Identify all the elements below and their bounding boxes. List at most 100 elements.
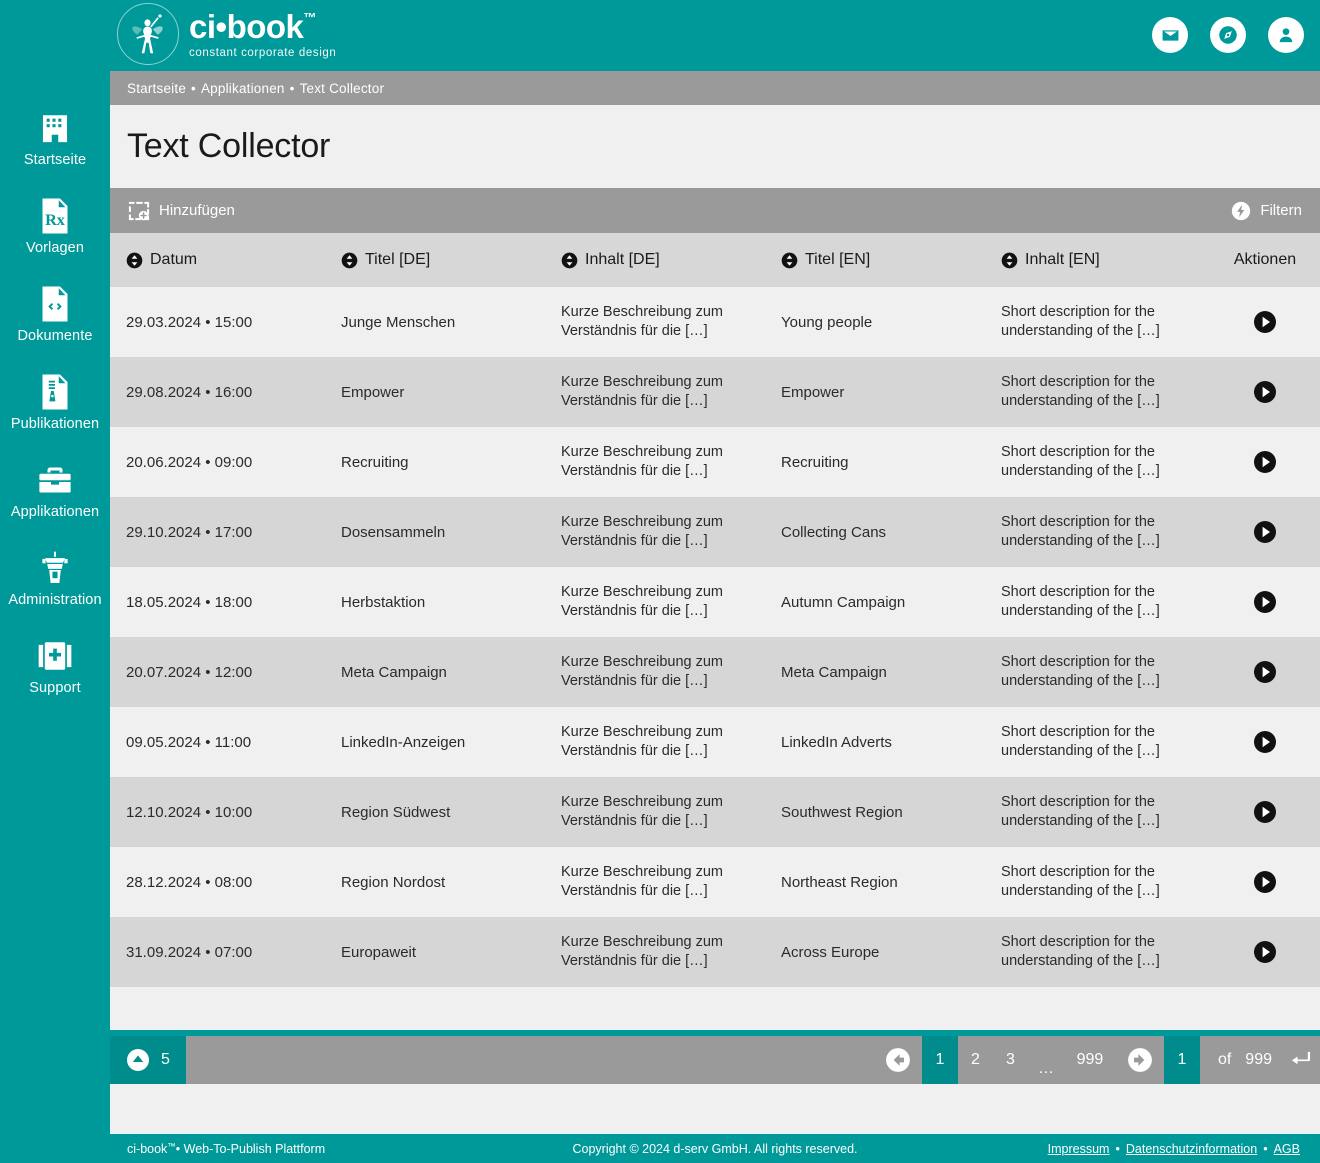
table-row[interactable]: 29.03.2024 • 15:00 Junge Menschen Kurze Be…	[110, 287, 1320, 357]
play-icon[interactable]	[1253, 590, 1277, 614]
lightning-filter-icon	[1231, 201, 1251, 221]
compass-icon[interactable]	[1210, 17, 1246, 53]
cell-titel-de: Europaweit	[341, 943, 417, 961]
mail-icon[interactable]	[1152, 17, 1188, 53]
cell-inhalt-en: Short description for the understanding …	[1001, 304, 1160, 339]
play-icon[interactable]	[1253, 800, 1277, 824]
cell-datum: 31.09.2024 • 07:00	[126, 943, 253, 961]
pagination-spacer	[186, 1036, 874, 1084]
column-header-label: Titel [DE]	[365, 251, 431, 268]
footer-link-separator: •	[1115, 1141, 1120, 1156]
table-row[interactable]: 20.07.2024 • 12:00 Meta Campaign Kurze Bes…	[110, 637, 1320, 707]
cell-aktionen	[1210, 870, 1320, 894]
table-row[interactable]: 09.05.2024 • 11:00 LinkedIn-Anzeigen Kurze…	[110, 707, 1320, 777]
filter-button-label: Filtern	[1260, 202, 1302, 219]
page-button-3[interactable]: 3	[993, 1036, 1028, 1084]
page-size-value: 5	[161, 1051, 170, 1068]
column-header-datum[interactable]: Datum	[110, 251, 325, 269]
sort-icon	[1001, 252, 1018, 268]
add-button-label: Hinzufügen	[159, 202, 235, 219]
cell-titel-en: Recruiting	[781, 453, 849, 471]
cell-inhalt-de: Kurze Beschreibung zum Verständnis für d…	[561, 514, 723, 549]
sidebar-item-publikationen[interactable]: Publikationen	[0, 372, 110, 460]
play-icon[interactable]	[1253, 520, 1277, 544]
column-header-aktionen: Aktionen	[1210, 251, 1320, 269]
column-header-titel-de[interactable]: Titel [DE]	[325, 251, 545, 269]
column-header-label: Aktionen	[1233, 251, 1297, 268]
pagination-ellipsis: …	[1037, 1060, 1054, 1077]
sidebar-item-support[interactable]: Support	[0, 636, 110, 724]
cell-aktionen	[1210, 380, 1320, 404]
table-row[interactable]: 20.06.2024 • 09:00 Recruiting Kurze Beschr…	[110, 427, 1320, 497]
play-icon[interactable]	[1253, 380, 1277, 404]
table-row[interactable]: 28.12.2024 • 08:00 Region Nordost Kurze Be…	[110, 847, 1320, 917]
page-button-last[interactable]: 999	[1064, 1036, 1116, 1084]
sidebar-item-label: Vorlagen	[25, 240, 85, 256]
top-header: ci•book ™ constant corporate design	[110, 0, 1320, 71]
prev-page-button[interactable]	[874, 1036, 922, 1084]
pagination-bottom-gap	[110, 1084, 1320, 1134]
page-size-selector[interactable]: 5	[110, 1036, 186, 1084]
brand-logo[interactable]: ci•book ™ constant corporate design	[117, 3, 336, 65]
sort-icon	[781, 252, 798, 268]
cell-titel-de: Region Südwest	[341, 803, 451, 821]
cell-inhalt-de: Kurze Beschreibung zum Verständnis für d…	[561, 724, 723, 759]
table-row[interactable]: 18.05.2024 • 18:00 Herbstaktion Kurze Besc…	[110, 567, 1320, 637]
page-button-1[interactable]: 1	[921, 1036, 958, 1084]
breadcrumb-item-applikationen[interactable]: Applikationen	[201, 81, 285, 96]
play-icon[interactable]	[1253, 870, 1277, 894]
table-row[interactable]: 29.10.2024 • 17:00 Dosensammeln Kurze Besc…	[110, 497, 1320, 567]
table-body: 29.03.2024 • 15:00 Junge Menschen Kurze Be…	[110, 287, 1320, 987]
footer-link-datenschutz[interactable]: Datenschutzinformation	[1126, 1142, 1257, 1156]
sidebar-item-startseite[interactable]: Startseite	[0, 108, 110, 196]
sort-icon	[126, 252, 143, 268]
table-row[interactable]: 29.08.2024 • 16:00 Empower Kurze Beschreib…	[110, 357, 1320, 427]
template-rx-icon: Rx	[36, 196, 74, 236]
table-toolbar: Hinzufügen Filtern	[110, 188, 1320, 233]
breadcrumb-item-startseite[interactable]: Startseite	[127, 81, 186, 96]
publication-icon	[36, 372, 74, 412]
play-icon[interactable]	[1253, 310, 1277, 334]
play-icon[interactable]	[1253, 730, 1277, 754]
page-total-group: of 999	[1200, 1036, 1286, 1084]
svg-text:Rx: Rx	[45, 211, 66, 229]
play-icon[interactable]	[1253, 940, 1277, 964]
sidebar-item-vorlagen[interactable]: Rx Vorlagen	[0, 196, 110, 284]
go-to-page-button[interactable]	[1286, 1036, 1320, 1084]
page-title: Text Collector	[127, 127, 331, 165]
cell-inhalt-en: Short description for the understanding …	[1001, 514, 1160, 549]
first-aid-icon	[36, 636, 74, 676]
control-tower-icon	[36, 548, 74, 588]
column-header-inhalt-de[interactable]: Inhalt [DE]	[545, 251, 765, 269]
table-row[interactable]: 31.09.2024 • 07:00 Europaweit Kurze Beschr…	[110, 917, 1320, 987]
next-page-button[interactable]	[1116, 1036, 1164, 1084]
column-header-titel-en[interactable]: Titel [EN]	[765, 251, 985, 269]
page-button-2[interactable]: 2	[958, 1036, 993, 1084]
cell-datum: 20.07.2024 • 12:00	[126, 663, 253, 681]
account-icon[interactable]	[1268, 17, 1304, 53]
cell-inhalt-de: Kurze Beschreibung zum Verständnis für d…	[561, 584, 723, 619]
app-root: Startseite Rx Vorlagen Dokumente Publika…	[0, 0, 1320, 1163]
play-icon[interactable]	[1253, 660, 1277, 684]
cell-titel-en: Autumn Campaign	[781, 593, 906, 611]
cell-aktionen	[1210, 800, 1320, 824]
current-page-input[interactable]: 1	[1163, 1036, 1200, 1084]
cell-aktionen	[1210, 310, 1320, 334]
total-pages-value: 999	[1245, 1051, 1272, 1068]
column-header-inhalt-en[interactable]: Inhalt [EN]	[985, 251, 1210, 269]
sidebar-item-label: Applikationen	[10, 504, 100, 520]
cell-inhalt-en: Short description for the understanding …	[1001, 444, 1160, 479]
footer-link-agb[interactable]: AGB	[1274, 1142, 1300, 1156]
column-header-label: Datum	[150, 251, 198, 268]
play-icon[interactable]	[1253, 450, 1277, 474]
breadcrumb: Startseite • Applikationen • Text Collec…	[110, 71, 1320, 105]
sidebar-item-administration[interactable]: Administration	[0, 548, 110, 636]
sidebar-item-dokumente[interactable]: Dokumente	[0, 284, 110, 372]
page-footer: ci-book ™ • Web-To-Publish Plattform Cop…	[110, 1134, 1320, 1163]
footer-link-impressum[interactable]: Impressum	[1048, 1142, 1110, 1156]
sidebar-item-applikationen[interactable]: Applikationen	[0, 460, 110, 548]
add-button[interactable]: Hinzufügen	[128, 201, 235, 221]
sidebar-item-label: Support	[29, 680, 81, 696]
table-row[interactable]: 12.10.2024 • 10:00 Region Südwest Kurze Be…	[110, 777, 1320, 847]
filter-button[interactable]: Filtern	[1231, 201, 1302, 221]
